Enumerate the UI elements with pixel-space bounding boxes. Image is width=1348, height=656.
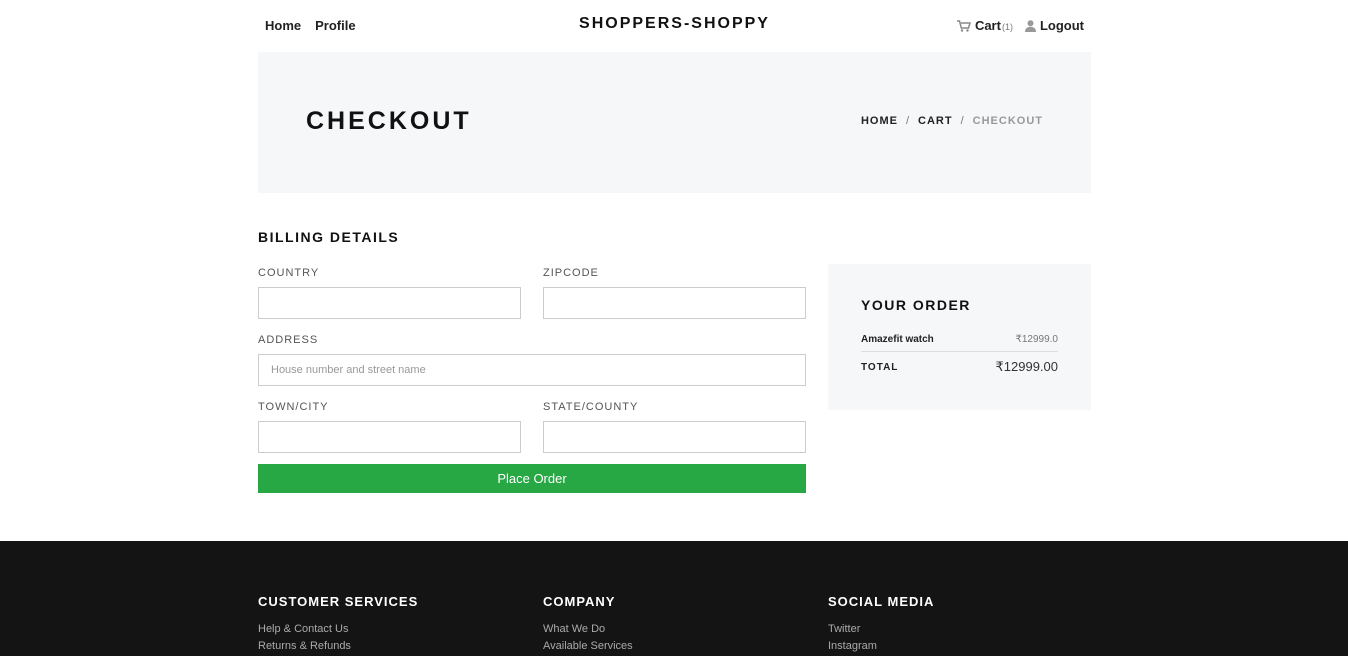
country-label: COUNTRY — [258, 267, 320, 279]
order-item-price: ₹12999.0 — [1015, 334, 1058, 345]
breadcrumb-separator: / — [960, 115, 965, 127]
breadcrumb: HOME / CART / CHECKOUT — [861, 115, 1043, 127]
state-county-label: STATE/COUNTY — [543, 401, 639, 413]
footer-link-twitter[interactable]: Twitter — [828, 623, 934, 635]
order-total-value: ₹12999.00 — [995, 359, 1059, 374]
footer-link-help-contact[interactable]: Help & Contact Us — [258, 623, 418, 635]
town-city-label: TOWN/CITY — [258, 401, 329, 413]
logout-label: Logout — [1039, 18, 1084, 33]
footer-col-customer-services: CUSTOMER SERVICES Help & Contact Us Retu… — [258, 594, 418, 656]
user-icon — [1024, 19, 1036, 32]
breadcrumb-home[interactable]: HOME — [861, 115, 898, 127]
billing-details-heading: BILLING DETAILS — [258, 229, 400, 245]
footer-col-company: COMPANY What We Do Available Services — [543, 594, 633, 656]
brand-logo-text[interactable]: SHOPPERS-SHOPPY — [579, 15, 770, 32]
footer-link-returns-refunds[interactable]: Returns & Refunds — [258, 640, 418, 652]
country-field[interactable] — [258, 287, 521, 319]
nav-home-link[interactable]: Home — [265, 18, 301, 33]
order-total-row: TOTAL ₹12999.00 — [861, 359, 1058, 375]
cart-link[interactable]: Cart (1) — [956, 18, 1013, 33]
order-item-name: Amazefit watch — [861, 334, 934, 345]
footer-heading: COMPANY — [543, 594, 616, 609]
footer-link-available-services[interactable]: Available Services — [543, 640, 633, 652]
cart-count: (1) — [1001, 21, 1013, 32]
logout-link[interactable]: Logout — [1024, 18, 1084, 33]
cart-icon — [956, 19, 971, 32]
order-item-row: Amazefit watch ₹12999.0 — [861, 332, 1058, 352]
footer-link-what-we-do[interactable]: What We Do — [543, 623, 633, 635]
town-city-field[interactable] — [258, 421, 521, 453]
breadcrumb-separator: / — [905, 115, 911, 127]
cart-label: Cart — [974, 18, 1001, 33]
order-summary: YOUR ORDER Amazefit watch ₹12999.0 TOTAL… — [828, 264, 1091, 410]
footer-heading: CUSTOMER SERVICES — [258, 594, 419, 609]
nav-profile-link[interactable]: Profile — [315, 18, 355, 33]
footer-heading: SOCIAL MEDIA — [828, 594, 935, 609]
breadcrumb-cart[interactable]: CART — [918, 115, 953, 127]
top-navbar: Home Profile SHOPPERS-SHOPPY Cart (1) Lo… — [258, 0, 1091, 50]
nav-left-links: Home Profile — [265, 18, 356, 33]
site-footer: CUSTOMER SERVICES Help & Contact Us Retu… — [0, 541, 1348, 656]
address-label: ADDRESS — [258, 334, 319, 346]
breadcrumb-current: CHECKOUT — [972, 115, 1043, 127]
page-title: CHECKOUT — [306, 107, 472, 135]
order-summary-heading: YOUR ORDER — [861, 297, 971, 313]
nav-right-links: Cart (1) Logout — [956, 18, 1084, 33]
footer-col-social-media: SOCIAL MEDIA Twitter Instagram — [828, 594, 934, 656]
order-total-label: TOTAL — [861, 361, 899, 373]
state-county-field[interactable] — [543, 421, 806, 453]
zipcode-field[interactable] — [543, 287, 806, 319]
place-order-button[interactable]: Place Order — [258, 464, 806, 493]
zipcode-label: ZIPCODE — [543, 267, 599, 279]
footer-link-instagram[interactable]: Instagram — [828, 640, 934, 652]
address-field[interactable] — [258, 354, 806, 386]
page-header-banner: CHECKOUT HOME / CART / CHECKOUT — [258, 52, 1091, 193]
